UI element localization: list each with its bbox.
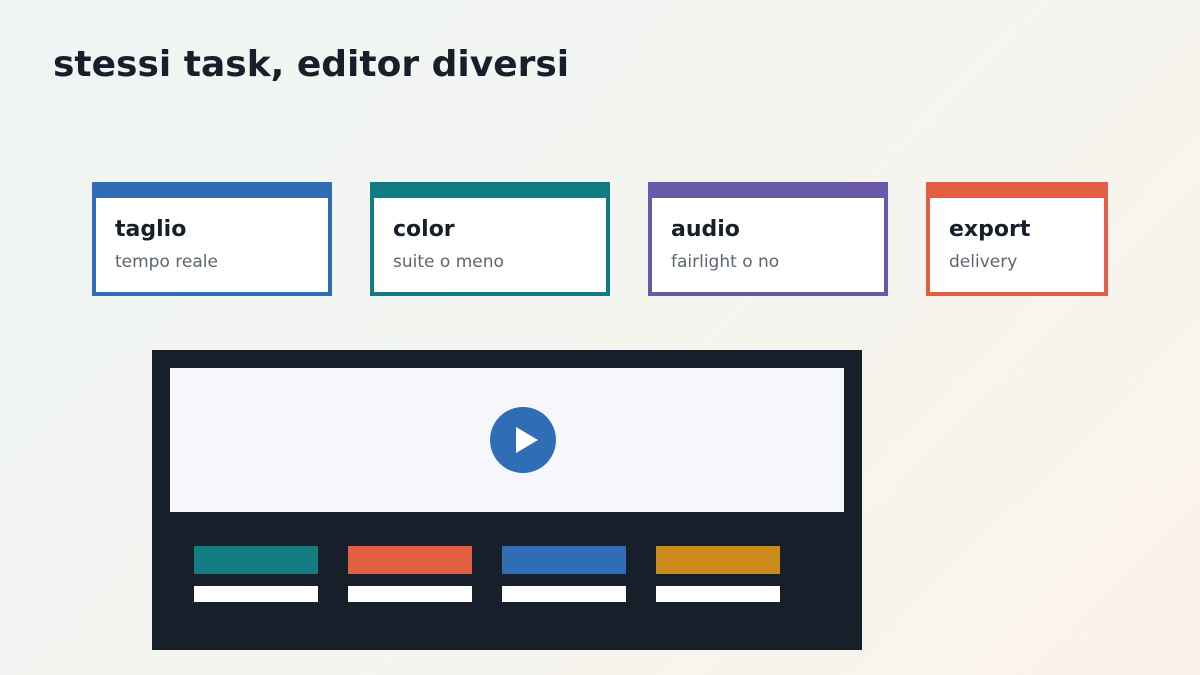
card-audio: audio fairlight o no bbox=[648, 182, 888, 296]
play-button[interactable] bbox=[490, 407, 556, 473]
timeline-clip[interactable] bbox=[194, 546, 318, 574]
card-title: export bbox=[949, 217, 1031, 242]
card-title: color bbox=[393, 217, 455, 242]
card-color: color suite o meno bbox=[370, 182, 610, 296]
video-preview bbox=[170, 368, 844, 512]
timeline-clip-label-bar bbox=[194, 586, 318, 602]
play-icon bbox=[516, 427, 538, 453]
card-title: taglio bbox=[115, 217, 187, 242]
timeline-clip[interactable] bbox=[656, 546, 780, 574]
card-subtitle: fairlight o no bbox=[671, 252, 780, 272]
timeline-clip[interactable] bbox=[502, 546, 626, 574]
card-export: export delivery bbox=[926, 182, 1108, 296]
card-title: audio bbox=[671, 217, 740, 242]
timeline-clip-label-bar bbox=[348, 586, 472, 602]
timeline-clip-label-bar bbox=[656, 586, 780, 602]
editor-mockup bbox=[152, 350, 862, 650]
card-subtitle: delivery bbox=[949, 252, 1018, 272]
page-title: stessi task, editor diversi bbox=[53, 44, 570, 85]
card-subtitle: tempo reale bbox=[115, 252, 218, 272]
timeline-clip[interactable] bbox=[348, 546, 472, 574]
card-subtitle: suite o meno bbox=[393, 252, 504, 272]
timeline-clip-label-bar bbox=[502, 586, 626, 602]
card-taglio: taglio tempo reale bbox=[92, 182, 332, 296]
